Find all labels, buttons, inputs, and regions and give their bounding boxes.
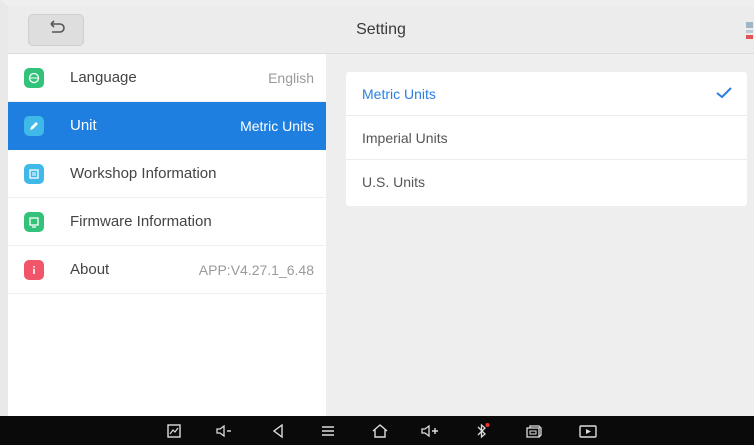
firmware-icon bbox=[24, 212, 44, 232]
menu-item-unit[interactable]: Unit Metric Units bbox=[8, 102, 326, 150]
menu-item-label: About bbox=[70, 261, 110, 278]
globe-icon bbox=[24, 68, 44, 88]
menu-item-label: Language bbox=[70, 69, 137, 86]
menu-item-workshop-information[interactable]: Workshop Information bbox=[8, 150, 326, 198]
menu-item-label: Unit bbox=[70, 117, 97, 134]
title-bar: Setting bbox=[8, 6, 754, 54]
option-label: U.S. Units bbox=[362, 174, 426, 190]
volume-down-icon[interactable] bbox=[214, 421, 234, 441]
page-title: Setting bbox=[356, 21, 406, 38]
unit-options-pane: Metric Units Imperial Units U.S. Units bbox=[326, 54, 754, 416]
option-label: Metric Units bbox=[362, 86, 436, 102]
menu-icon[interactable] bbox=[318, 421, 338, 441]
unit-options-list: Metric Units Imperial Units U.S. Units bbox=[346, 72, 747, 206]
home-icon[interactable] bbox=[370, 421, 390, 441]
option-imperial-units[interactable]: Imperial Units bbox=[346, 116, 747, 160]
screen-record-icon[interactable] bbox=[578, 421, 598, 441]
edit-icon bbox=[24, 116, 44, 136]
menu-item-language[interactable]: Language English bbox=[8, 54, 326, 102]
back-icon[interactable] bbox=[268, 421, 288, 441]
volume-up-icon[interactable] bbox=[420, 421, 440, 441]
option-us-units[interactable]: U.S. Units bbox=[346, 160, 747, 204]
option-metric-units[interactable]: Metric Units bbox=[346, 72, 747, 116]
settings-menu: Language English Unit Metric Units Works… bbox=[8, 54, 326, 416]
menu-item-firmware-information[interactable]: Firmware Information bbox=[8, 198, 326, 246]
menu-item-label: Workshop Information bbox=[70, 165, 217, 182]
menu-item-label: Firmware Information bbox=[70, 213, 212, 230]
option-label: Imperial Units bbox=[362, 130, 448, 146]
menu-item-about[interactable]: About APP:V4.27.1_6.48 bbox=[8, 246, 326, 294]
menu-item-value: Metric Units bbox=[240, 118, 314, 134]
menu-item-value: English bbox=[268, 70, 314, 86]
screenshot-icon[interactable] bbox=[164, 421, 184, 441]
connection-status-icon bbox=[744, 20, 754, 42]
menu-item-value: APP:V4.27.1_6.48 bbox=[198, 262, 314, 278]
info-icon bbox=[24, 260, 44, 280]
workshop-icon bbox=[24, 164, 44, 184]
checkmark-icon bbox=[715, 86, 733, 100]
bluetooth-icon[interactable] bbox=[472, 421, 492, 441]
system-navigation-bar bbox=[0, 416, 754, 445]
vci-icon[interactable] bbox=[524, 421, 544, 441]
